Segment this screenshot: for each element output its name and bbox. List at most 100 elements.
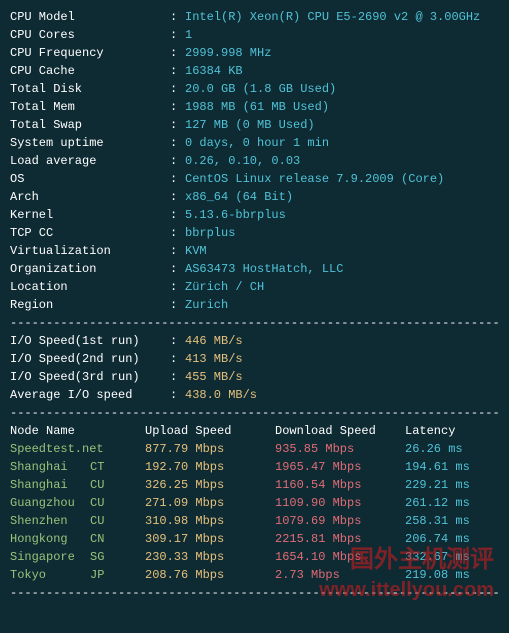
sysinfo-row: Region:Zurich bbox=[10, 296, 499, 314]
sysinfo-row: Location:Zürich / CH bbox=[10, 278, 499, 296]
sysinfo-label: Region bbox=[10, 296, 170, 314]
sysinfo-value: AS63473 HostHatch, LLC bbox=[185, 260, 343, 278]
speed-download: 1654.10 Mbps bbox=[275, 548, 405, 566]
sysinfo-label: CPU Cores bbox=[10, 26, 170, 44]
speed-latency: 194.61 ms bbox=[405, 458, 470, 476]
colon: : bbox=[170, 134, 185, 152]
speed-node: TokyoJP bbox=[10, 566, 145, 584]
sysinfo-row: System uptime:0 days, 0 hour 1 min bbox=[10, 134, 499, 152]
speed-upload: 192.70 Mbps bbox=[145, 458, 275, 476]
io-row: I/O Speed(2nd run):413 MB/s bbox=[10, 350, 499, 368]
sysinfo-value: Zurich bbox=[185, 296, 228, 314]
sysinfo-value: x86_64 (64 Bit) bbox=[185, 188, 293, 206]
speed-download: 2215.81 Mbps bbox=[275, 530, 405, 548]
sysinfo-row: Kernel:5.13.6-bbrplus bbox=[10, 206, 499, 224]
colon: : bbox=[170, 332, 185, 350]
sysinfo-value: 2999.998 MHz bbox=[185, 44, 271, 62]
speed-latency: 219.08 ms bbox=[405, 566, 470, 584]
sysinfo-label: TCP CC bbox=[10, 224, 170, 242]
io-row: I/O Speed(3rd run):455 MB/s bbox=[10, 368, 499, 386]
speed-node: Speedtest.net bbox=[10, 440, 145, 458]
speed-node: ShanghaiCT bbox=[10, 458, 145, 476]
sysinfo-value: 20.0 GB (1.8 GB Used) bbox=[185, 80, 336, 98]
colon: : bbox=[170, 386, 185, 404]
speedtest-row: GuangzhouCU271.09 Mbps1109.90 Mbps261.12… bbox=[10, 494, 499, 512]
colon: : bbox=[170, 242, 185, 260]
sysinfo-label: Virtualization bbox=[10, 242, 170, 260]
colon: : bbox=[170, 80, 185, 98]
io-value: 438.0 MB/s bbox=[185, 386, 257, 404]
sysinfo-value: 5.13.6-bbrplus bbox=[185, 206, 286, 224]
speed-node: HongkongCN bbox=[10, 530, 145, 548]
sysinfo-label: CPU Model bbox=[10, 8, 170, 26]
speed-latency: 258.31 ms bbox=[405, 512, 470, 530]
speed-node: ShanghaiCU bbox=[10, 476, 145, 494]
speedtest-section: Speedtest.net877.79 Mbps935.85 Mbps26.26… bbox=[10, 440, 499, 584]
speed-upload: 208.76 Mbps bbox=[145, 566, 275, 584]
sysinfo-row: CPU Cores:1 bbox=[10, 26, 499, 44]
speed-latency: 206.74 ms bbox=[405, 530, 470, 548]
sysinfo-row: Total Swap:127 MB (0 MB Used) bbox=[10, 116, 499, 134]
sysinfo-label: Load average bbox=[10, 152, 170, 170]
io-value: 413 MB/s bbox=[185, 350, 243, 368]
sysinfo-row: CPU Model:Intel(R) Xeon(R) CPU E5-2690 v… bbox=[10, 8, 499, 26]
sysinfo-label: Organization bbox=[10, 260, 170, 278]
io-label: I/O Speed(1st run) bbox=[10, 332, 170, 350]
colon: : bbox=[170, 296, 185, 314]
io-label: I/O Speed(2nd run) bbox=[10, 350, 170, 368]
speedtest-row: TokyoJP208.76 Mbps2.73 Mbps219.08 ms bbox=[10, 566, 499, 584]
speed-node: GuangzhouCU bbox=[10, 494, 145, 512]
sysinfo-row: Total Mem:1988 MB (61 MB Used) bbox=[10, 98, 499, 116]
speed-download: 2.73 Mbps bbox=[275, 566, 405, 584]
colon: : bbox=[170, 8, 185, 26]
colon: : bbox=[170, 62, 185, 80]
sysinfo-row: CPU Frequency:2999.998 MHz bbox=[10, 44, 499, 62]
sysinfo-value: Intel(R) Xeon(R) CPU E5-2690 v2 @ 3.00GH… bbox=[185, 8, 480, 26]
speedtest-row: Speedtest.net877.79 Mbps935.85 Mbps26.26… bbox=[10, 440, 499, 458]
header-download: Download Speed bbox=[275, 422, 405, 440]
speed-download: 1965.47 Mbps bbox=[275, 458, 405, 476]
speed-upload: 310.98 Mbps bbox=[145, 512, 275, 530]
sysinfo-row: Arch:x86_64 (64 Bit) bbox=[10, 188, 499, 206]
speed-upload: 877.79 Mbps bbox=[145, 440, 275, 458]
sysinfo-row: OS:CentOS Linux release 7.9.2009 (Core) bbox=[10, 170, 499, 188]
sysinfo-row: Total Disk:20.0 GB (1.8 GB Used) bbox=[10, 80, 499, 98]
system-info-section: CPU Model:Intel(R) Xeon(R) CPU E5-2690 v… bbox=[10, 8, 499, 314]
speed-node: ShenzhenCU bbox=[10, 512, 145, 530]
sysinfo-row: CPU Cache:16384 KB bbox=[10, 62, 499, 80]
colon: : bbox=[170, 224, 185, 242]
sysinfo-value: 0.26, 0.10, 0.03 bbox=[185, 152, 300, 170]
colon: : bbox=[170, 116, 185, 134]
speedtest-row: ShanghaiCU326.25 Mbps1160.54 Mbps229.21 … bbox=[10, 476, 499, 494]
separator: ----------------------------------------… bbox=[10, 404, 499, 422]
sysinfo-value: 1988 MB (61 MB Used) bbox=[185, 98, 329, 116]
speed-upload: 271.09 Mbps bbox=[145, 494, 275, 512]
sysinfo-value: Zürich / CH bbox=[185, 278, 264, 296]
sysinfo-row: Organization:AS63473 HostHatch, LLC bbox=[10, 260, 499, 278]
speed-upload: 230.33 Mbps bbox=[145, 548, 275, 566]
speedtest-header: Node Name Upload Speed Download Speed La… bbox=[10, 422, 499, 440]
sysinfo-label: Location bbox=[10, 278, 170, 296]
sysinfo-value: 1 bbox=[185, 26, 192, 44]
speed-upload: 309.17 Mbps bbox=[145, 530, 275, 548]
sysinfo-label: OS bbox=[10, 170, 170, 188]
colon: : bbox=[170, 278, 185, 296]
speed-latency: 332.67 ms bbox=[405, 548, 470, 566]
colon: : bbox=[170, 188, 185, 206]
separator: ----------------------------------------… bbox=[10, 314, 499, 332]
io-row: I/O Speed(1st run):446 MB/s bbox=[10, 332, 499, 350]
sysinfo-label: Total Disk bbox=[10, 80, 170, 98]
speedtest-row: ShenzhenCU310.98 Mbps1079.69 Mbps258.31 … bbox=[10, 512, 499, 530]
speed-latency: 261.12 ms bbox=[405, 494, 470, 512]
sysinfo-row: TCP CC:bbrplus bbox=[10, 224, 499, 242]
sysinfo-label: Kernel bbox=[10, 206, 170, 224]
io-row: Average I/O speed:438.0 MB/s bbox=[10, 386, 499, 404]
speedtest-row: SingaporeSG230.33 Mbps1654.10 Mbps332.67… bbox=[10, 548, 499, 566]
sysinfo-row: Load average:0.26, 0.10, 0.03 bbox=[10, 152, 499, 170]
sysinfo-label: Arch bbox=[10, 188, 170, 206]
io-label: I/O Speed(3rd run) bbox=[10, 368, 170, 386]
header-latency: Latency bbox=[405, 422, 455, 440]
speed-download: 1079.69 Mbps bbox=[275, 512, 405, 530]
colon: : bbox=[170, 170, 185, 188]
sysinfo-value: KVM bbox=[185, 242, 207, 260]
